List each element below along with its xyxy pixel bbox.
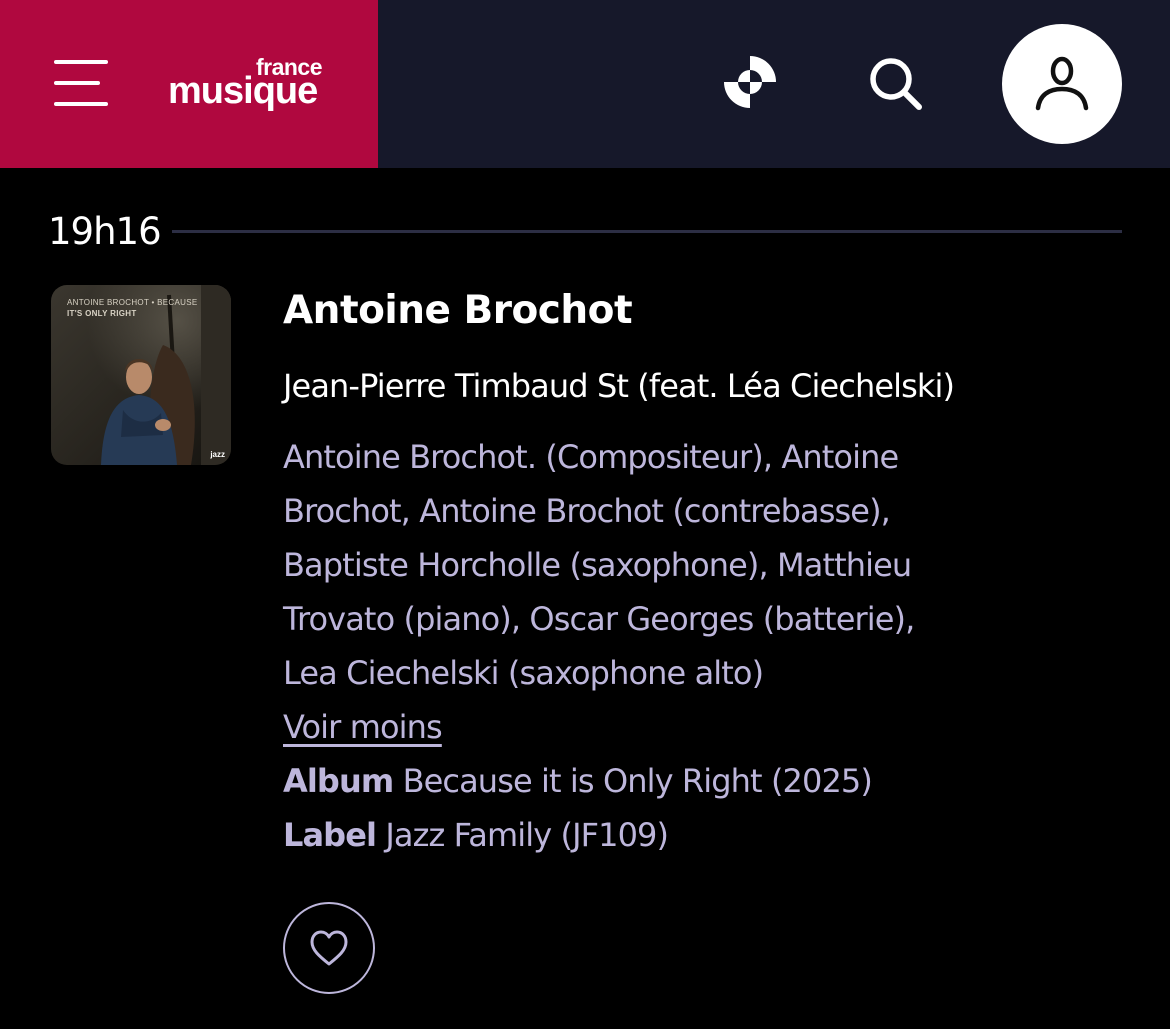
see-less-link[interactable]: Voir moins (283, 700, 443, 754)
cover-title: ANTOINE BROCHOT • BECAUSE IT'S ONLY RIGH… (67, 297, 197, 319)
cover-title-line-1: ANTOINE BROCHOT • BECAUSE (67, 298, 198, 307)
track-title: Jean-Pierre Timbaud St (feat. Léa Cieche… (283, 367, 955, 405)
hamburger-menu-icon-line (54, 81, 100, 85)
cover-title-line-2: IT'S ONLY RIGHT (67, 309, 137, 318)
user-icon (1035, 56, 1089, 111)
brand-block: france musique (0, 0, 378, 168)
time-divider-row: 19h16 (48, 208, 1122, 256)
logo-big-text: musique (168, 70, 318, 112)
cover-label-logo: jazz (210, 450, 225, 459)
favorite-button[interactable] (283, 902, 375, 994)
live-radio-icon (724, 56, 776, 108)
credits-line: Antoine Brochot. (Compositeur), Antoine (283, 438, 899, 476)
album-cover: ANTOINE BROCHOT • BECAUSE IT'S ONLY RIGH… (51, 285, 231, 465)
live-radio-button[interactable] (720, 52, 780, 112)
hamburger-menu-icon-line (54, 102, 108, 106)
account-button[interactable] (1002, 24, 1122, 144)
search-icon (870, 58, 922, 110)
heart-icon (310, 930, 348, 966)
album-value: Because it is Only Right (2025) (402, 762, 873, 800)
record-label-line: Label Jazz Family (JF109) (283, 808, 1143, 862)
credits-line: Lea Ciechelski (saxophone alto) (283, 654, 764, 692)
track-details: Antoine Brochot Jean-Pierre Timbaud St (… (283, 282, 1143, 862)
hamburger-menu-icon (54, 60, 108, 64)
credits-line: Baptiste Horcholle (saxophone), Matthieu (283, 546, 912, 584)
search-button[interactable] (864, 52, 926, 114)
credits-line: Trovato (piano), Oscar Georges (batterie… (283, 600, 915, 638)
menu-button[interactable] (50, 58, 110, 108)
track-credits: Antoine Brochot. (Compositeur), Antoine … (283, 430, 1143, 700)
record-label-value: Jazz Family (JF109) (385, 816, 669, 854)
album-label: Album (283, 762, 394, 800)
credits-line: Brochot, Antoine Brochot (contrebasse), (283, 492, 891, 530)
france-musique-logo[interactable]: france musique (168, 56, 338, 118)
divider (172, 230, 1122, 233)
album-line: Album Because it is Only Right (2025) (283, 754, 1143, 808)
broadcast-time: 19h16 (48, 210, 162, 253)
artist-name: Antoine Brochot (283, 288, 633, 333)
record-label-label: Label (283, 816, 377, 854)
top-navigation-bar: france musique (0, 0, 1170, 168)
